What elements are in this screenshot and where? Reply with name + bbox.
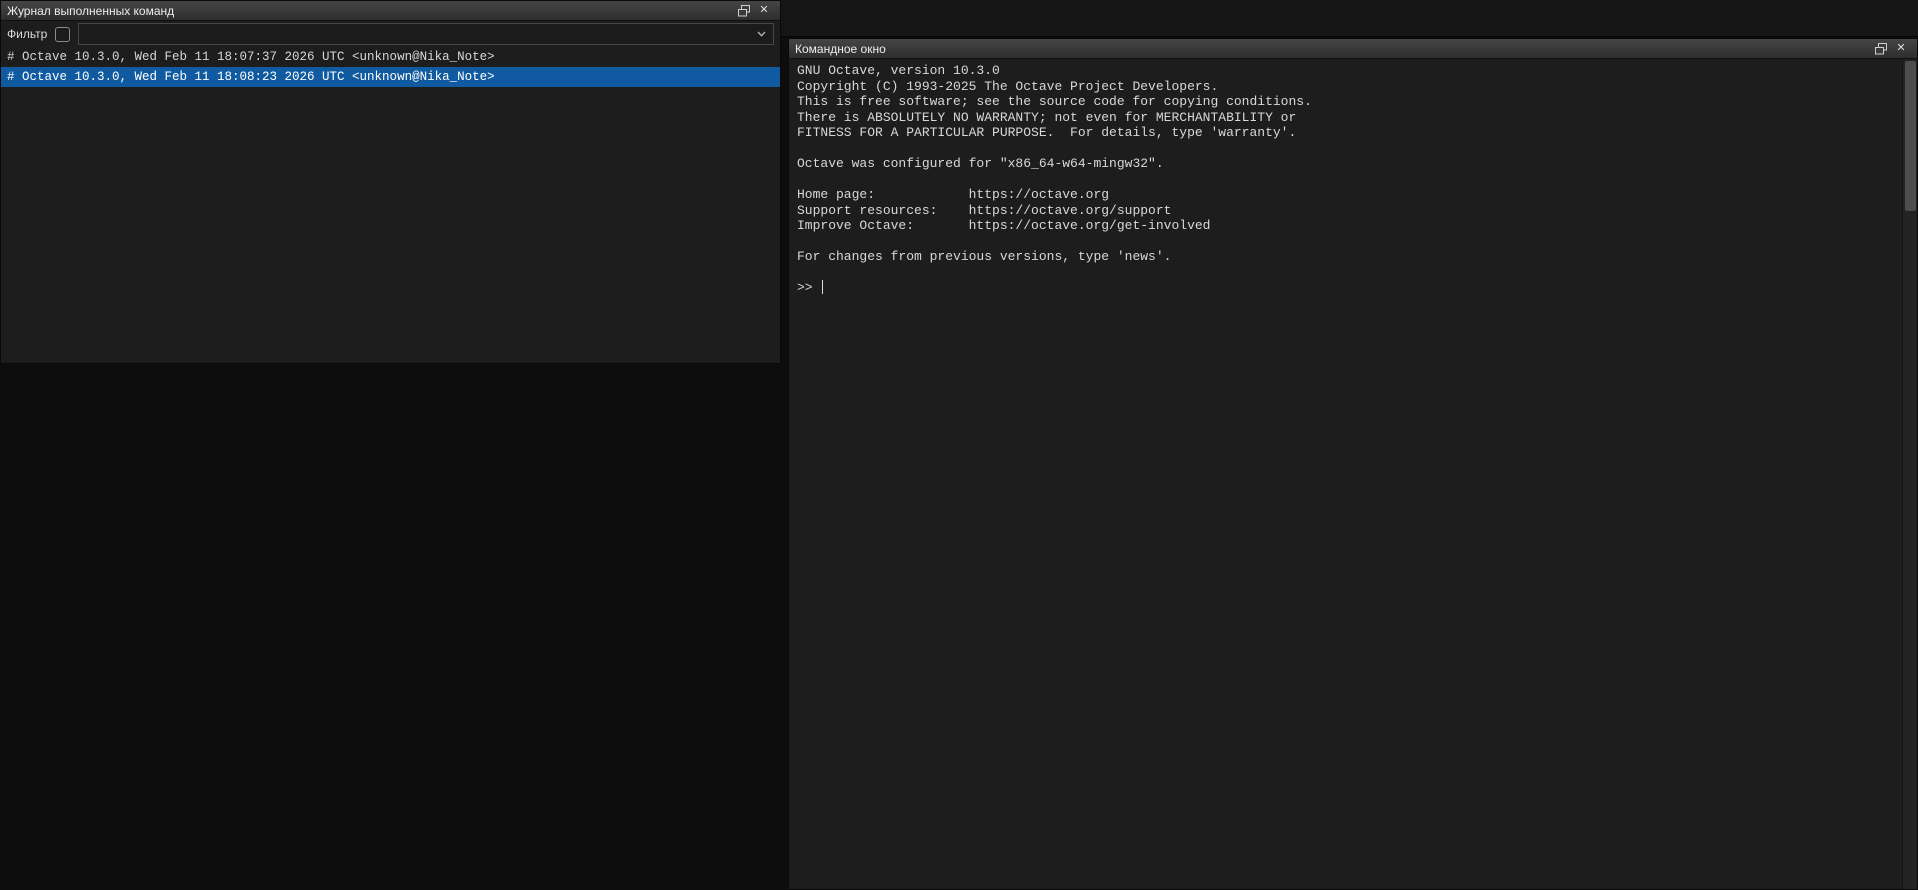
- filter-label: Фильтр: [7, 27, 47, 41]
- command-window-title: Командное окно: [795, 42, 886, 56]
- undock-button[interactable]: [1871, 41, 1891, 57]
- command-window-titlebar: Командное окно ✕: [789, 39, 1917, 59]
- chevron-down-icon: [751, 31, 766, 37]
- command-prompt-line[interactable]: >>: [797, 280, 1895, 296]
- history-item[interactable]: # Octave 10.3.0, Wed Feb 11 18:07:37 202…: [1, 47, 780, 67]
- prompt-symbol: >>: [797, 280, 813, 296]
- history-list: # Octave 10.3.0, Wed Feb 11 18:07:37 202…: [1, 47, 780, 87]
- terminal-output[interactable]: GNU Octave, version 10.3.0 Copyright (C)…: [797, 63, 1895, 885]
- command-history-panel: Журнал выполненных команд ✕ Фильтр # Oct…: [0, 0, 781, 364]
- history-item[interactable]: # Octave 10.3.0, Wed Feb 11 18:08:23 202…: [1, 67, 780, 87]
- scrollbar-thumb[interactable]: [1905, 61, 1916, 211]
- vertical-scrollbar[interactable]: [1902, 59, 1917, 889]
- history-title: Журнал выполненных команд: [7, 4, 174, 18]
- undock-button[interactable]: [734, 3, 754, 19]
- history-filter-combobox[interactable]: [78, 23, 774, 45]
- command-window-panel: Командное окно ✕ GNU Octave, version 10.…: [788, 38, 1918, 890]
- undock-icon: [1875, 43, 1887, 55]
- history-titlebar: Журнал выполненных команд ✕: [1, 1, 780, 21]
- close-icon: ✕: [1896, 43, 1905, 54]
- octave-main-window: Текущая папка: C:\Users\Nika\Desktop\it-…: [0, 0, 1918, 890]
- text-cursor: [822, 280, 824, 294]
- close-button[interactable]: ✕: [754, 3, 774, 19]
- close-button[interactable]: ✕: [1891, 41, 1911, 57]
- close-icon: ✕: [759, 5, 768, 16]
- filter-checkbox[interactable]: [55, 27, 70, 42]
- history-filter-row: Фильтр: [1, 21, 780, 47]
- undock-icon: [738, 5, 750, 17]
- octave-banner: GNU Octave, version 10.3.0 Copyright (C)…: [797, 63, 1895, 265]
